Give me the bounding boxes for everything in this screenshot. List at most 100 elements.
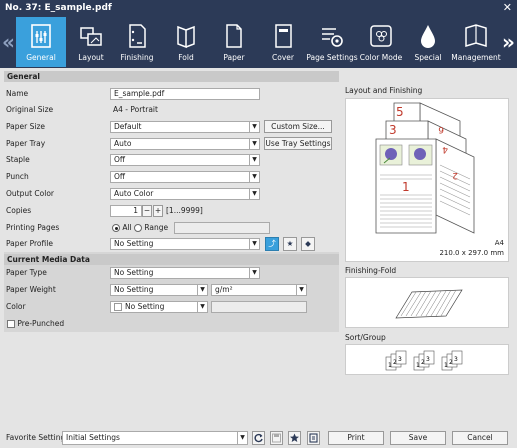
edit-profile-icon[interactable]: ⤴ [265,237,279,251]
sort-digit: 1 [388,362,392,369]
staple-label: Staple [6,155,30,164]
page-number: 6 [438,124,444,134]
paper-tray-select[interactable]: Auto ▼ [110,138,260,150]
tab-label: Management [451,53,501,62]
chevron-down-icon: ▼ [249,155,259,165]
paper-profile-label: Paper Profile [6,239,53,248]
sort-digit: 2 [393,359,397,366]
current-media-panel: Current Media Data Paper Type No Setting… [4,252,339,332]
color-detail-field[interactable] [211,301,307,313]
paper-profile-value: No Setting [114,239,154,248]
paper-icon [226,24,242,48]
copies-increment-button[interactable]: + [153,205,163,217]
window-title: No. 37: E_sample.pdf [5,3,112,13]
paper-profile-select[interactable]: No Setting ▼ [110,238,260,250]
paper-dimensions: 210.0 x 297.0 mm [439,249,504,257]
tab-color-mode[interactable]: Color Mode [356,17,406,67]
tab-page-settings[interactable]: Page Settings [306,17,358,67]
tag-icon[interactable]: ◆ [301,237,315,251]
color-select[interactable]: No Setting ▼ [110,301,208,313]
tab-finishing[interactable]: Finishing [112,17,162,67]
copies-range-hint: [1...9999] [166,206,203,215]
general-settings-panel: General Name E_sample.pdf Original Size … [4,71,339,425]
paper-name: A4 [494,239,504,247]
radio-all[interactable]: All [112,222,132,234]
chevron-down-icon: ▼ [249,239,259,249]
section-header-general: General [4,71,339,82]
scroll-left-icon[interactable]: « [2,30,15,54]
page-number: 3 [389,123,397,137]
radio-all-indicator [112,224,120,232]
paper-weight-value: No Setting [114,285,154,294]
tab-fold[interactable]: Fold [161,17,211,67]
pre-punched-label: Pre-Punched [17,319,65,328]
custom-size-button[interactable]: Custom Size... [264,120,332,133]
use-tray-settings-button[interactable]: Use Tray Settings [264,137,332,150]
special-icon [421,25,435,48]
save-favorite-icon[interactable] [270,431,283,445]
tab-label: Layout [78,53,104,62]
sort-preview: 1 2 3 1 2 3 1 2 3 [345,344,509,375]
chevron-down-icon: ▼ [249,189,259,199]
layout-preview: 1 3 5 2 4 6 A4 210.0 x 297.0 mm [345,98,509,262]
chevron-down-icon: ▼ [197,285,207,295]
paper-size-select[interactable]: Default ▼ [110,121,260,133]
output-color-select[interactable]: Auto Color ▼ [110,188,260,200]
radio-all-label: All [122,223,132,232]
general-icon [31,24,51,48]
tab-management[interactable]: Management [451,17,501,67]
tab-label: Cover [272,53,294,62]
sort-digit: 3 [454,356,458,363]
paper-type-select[interactable]: No Setting ▼ [110,267,260,279]
radio-range[interactable]: Range [134,222,168,234]
pre-punched-checkbox[interactable]: Pre-Punched [7,318,64,330]
copies-input[interactable]: 1 [110,205,142,217]
sort-digit: 2 [449,359,453,366]
close-icon[interactable]: ✕ [503,0,512,16]
staple-value: Off [114,155,126,164]
paper-size-value: Default [114,122,142,131]
sort-digit: 3 [398,356,402,363]
layout-icon [80,27,102,46]
paper-weight-unit-select[interactable]: g/m² ▼ [211,284,307,296]
cover-icon [275,24,292,48]
paper-weight-unit: g/m² [215,285,233,294]
export-icon[interactable] [307,431,320,445]
tab-label: Special [414,53,442,62]
copies-decrement-button[interactable]: − [142,205,152,217]
favorite-setting-value: Initial Settings [66,433,120,442]
paper-tray-value: Auto [114,139,132,148]
paper-tray-label: Paper Tray [6,139,46,148]
paper-weight-select[interactable]: No Setting ▼ [110,284,208,296]
tab-paper[interactable]: Paper [209,17,259,67]
color-swatch [114,303,122,311]
punch-select[interactable]: Off ▼ [110,171,260,183]
tab-general[interactable]: General [16,17,66,67]
favorite-star-icon[interactable]: ★ [283,237,297,251]
page-number: 1 [402,180,410,194]
save-button[interactable]: Save [390,431,446,445]
staple-select[interactable]: Off ▼ [110,154,260,166]
tab-label: Paper [223,53,245,62]
tab-special[interactable]: Special [403,17,453,67]
print-button[interactable]: Print [328,431,384,445]
fold-preview-image [395,289,463,319]
sort-digit: 3 [426,356,430,363]
title-bar: No. 37: E_sample.pdf ✕ [0,0,517,16]
cancel-button[interactable]: Cancel [452,431,508,445]
paper-type-value: No Setting [114,268,154,277]
scroll-right-icon[interactable]: » [502,30,515,54]
name-field[interactable]: E_sample.pdf [110,88,260,100]
tab-layout[interactable]: Layout [66,17,116,67]
page-number: 2 [452,170,458,180]
page-settings-icon [322,28,343,47]
punch-label: Punch [6,172,29,181]
output-color-label: Output Color [6,189,55,198]
range-input[interactable] [174,222,270,234]
favorite-setting-select[interactable]: Initial Settings ▼ [62,431,248,445]
tab-label: General [26,53,56,62]
favorite-star-icon[interactable] [288,431,301,445]
tab-cover[interactable]: Cover [258,17,308,67]
refresh-icon[interactable] [252,431,265,445]
radio-range-label: Range [144,223,169,232]
